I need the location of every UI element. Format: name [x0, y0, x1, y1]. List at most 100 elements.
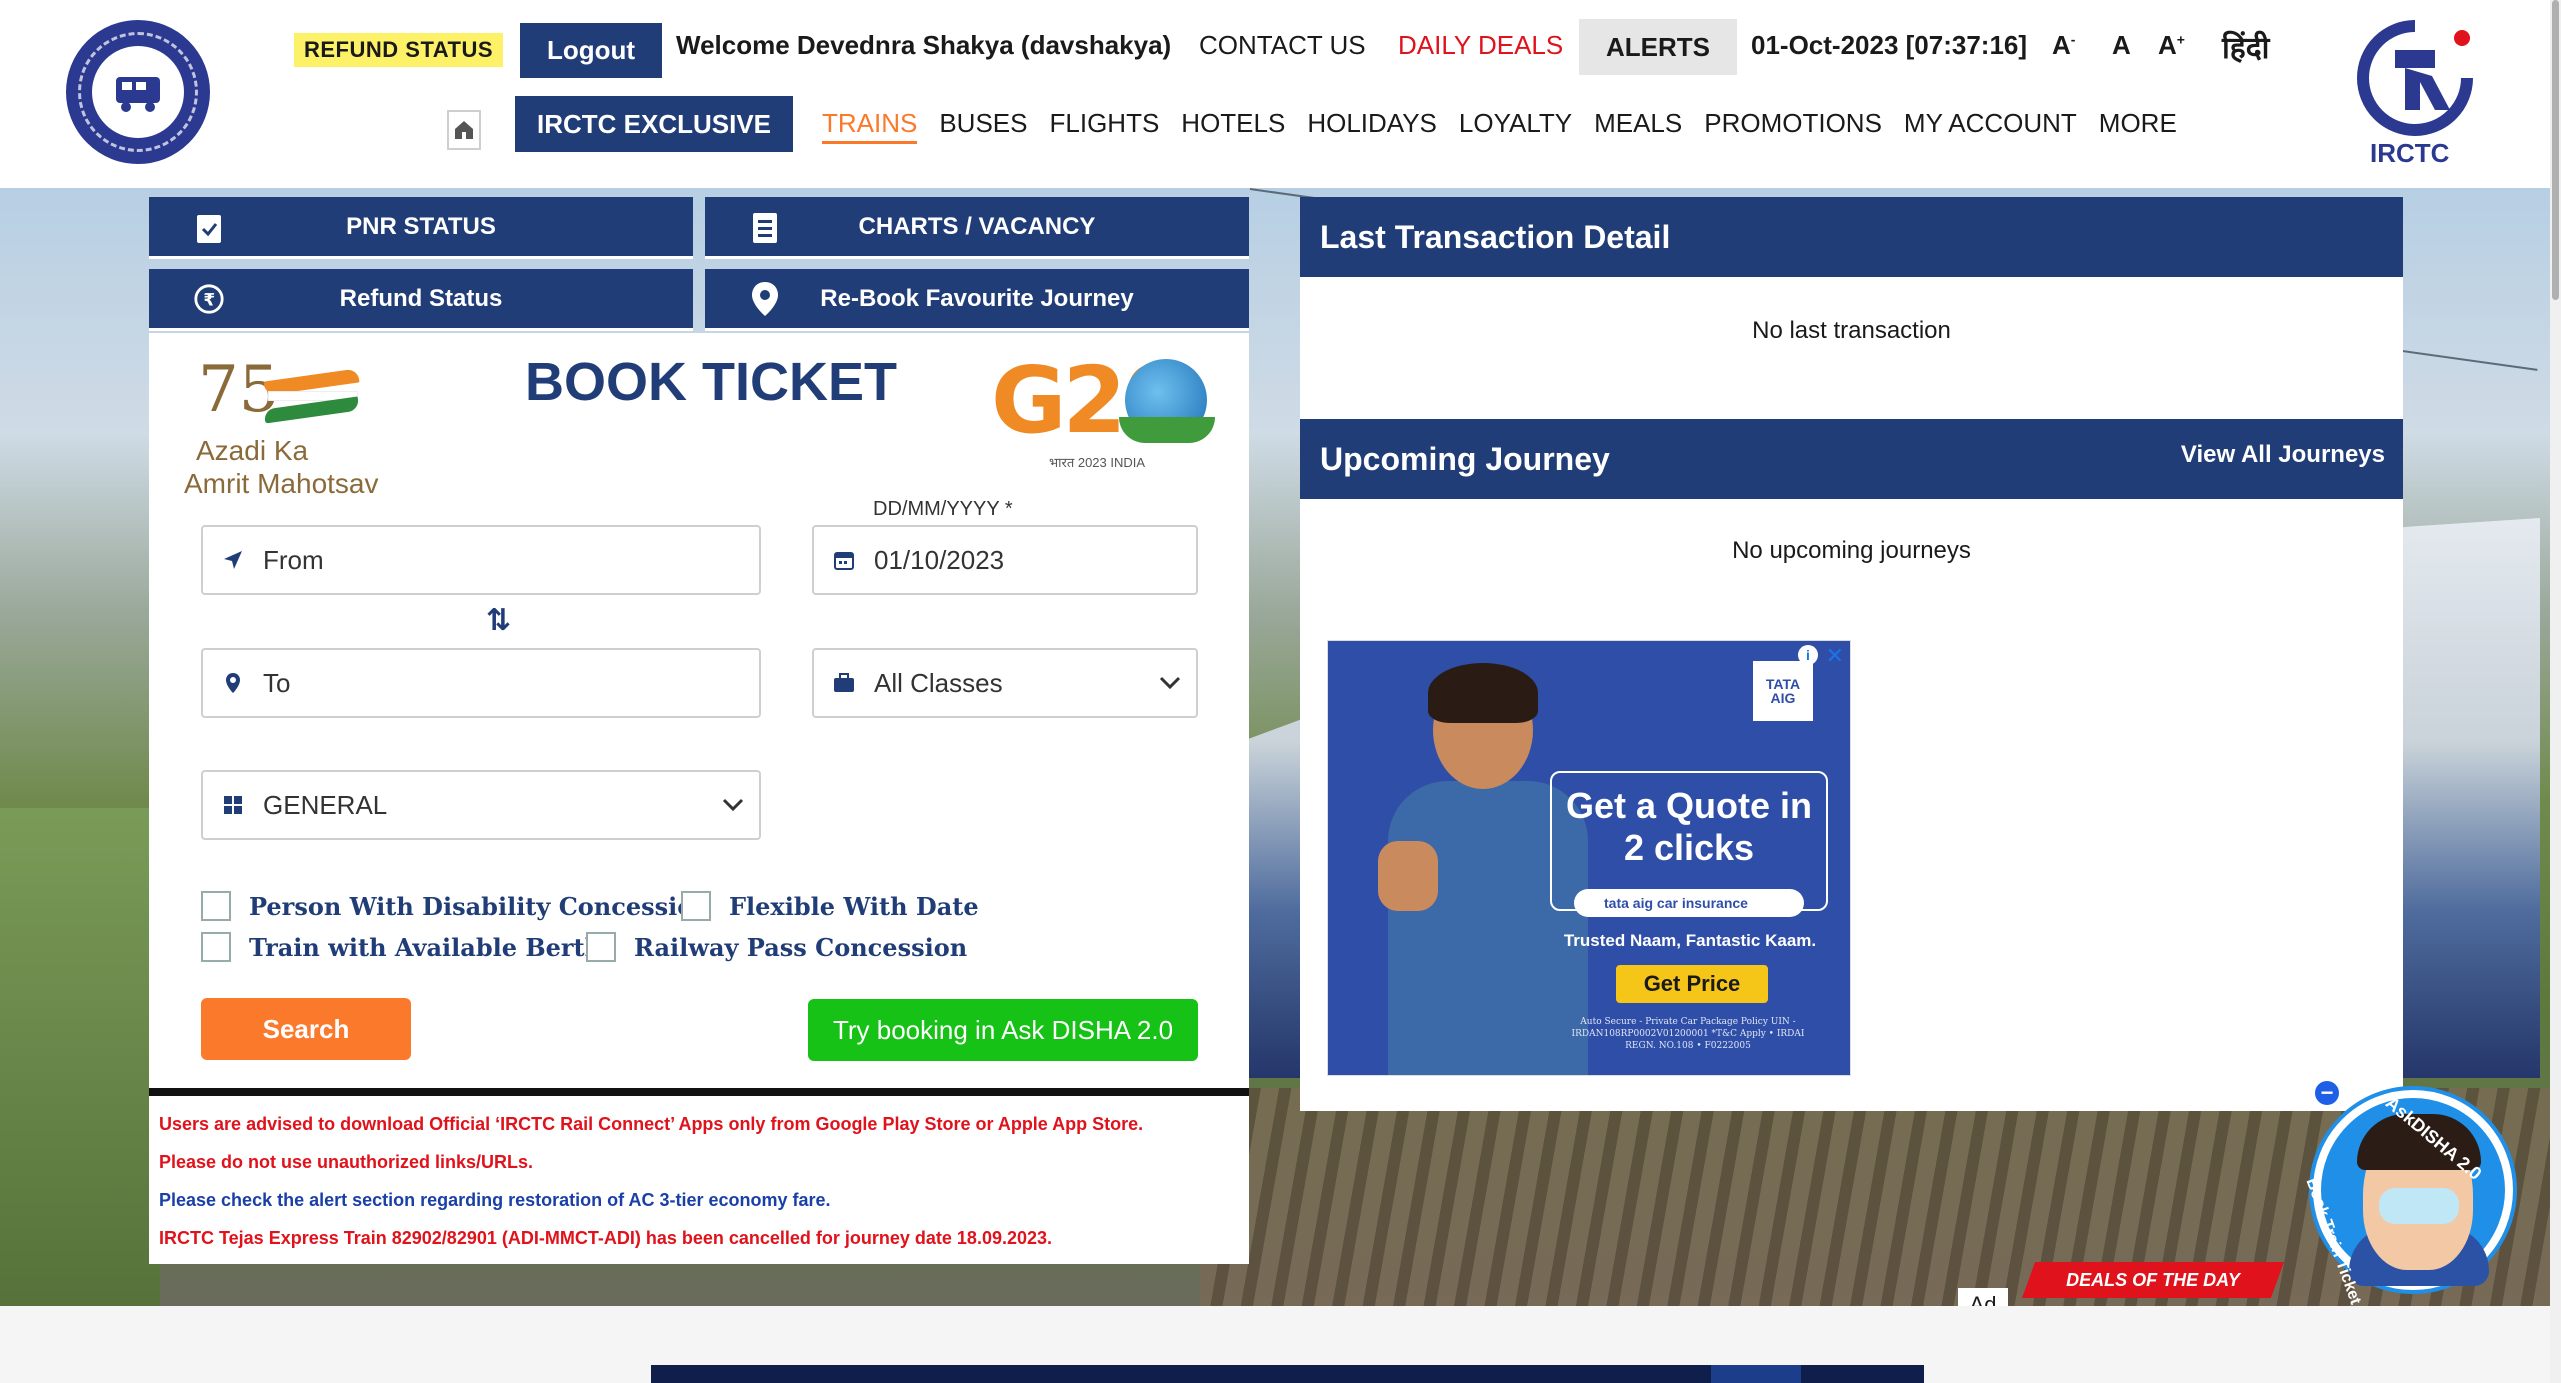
nav-item-holidays[interactable]: HOLIDAYS: [1307, 108, 1437, 144]
charts-vacancy-button[interactable]: CHARTS / VACANCY: [705, 197, 1249, 259]
navigation-arrow-icon: [203, 549, 263, 571]
nav-item-flights[interactable]: FLIGHTS: [1050, 108, 1160, 144]
checkbox-box[interactable]: [201, 932, 231, 962]
rebook-journey-label: Re-Book Favourite Journey: [820, 284, 1134, 312]
alerts-button[interactable]: ALERTS: [1579, 19, 1737, 75]
search-button[interactable]: Search: [201, 998, 411, 1060]
railway-pass-label: Railway Pass Concession: [634, 932, 968, 962]
ad-info-icon[interactable]: i: [1798, 645, 1818, 665]
g20-subtext: भारत 2023 INDIA: [1049, 455, 1146, 470]
font-decrease-label: A: [2052, 30, 2071, 60]
grid-icon: [203, 794, 263, 816]
book-ticket-title: BOOK TICKET: [525, 352, 897, 412]
nav-item-promotions[interactable]: PROMOTIONS: [1704, 108, 1882, 144]
panel-divider: [149, 1088, 1249, 1096]
site-header: REFUND STATUS Logout Welcome Devednra Sh…: [0, 0, 2561, 188]
last-transaction-empty: No last transaction: [1752, 317, 1951, 344]
checkbox-box[interactable]: [586, 932, 616, 962]
deals-of-the-day-banner[interactable]: DEALS OF THE DAY: [2022, 1262, 2284, 1298]
disability-concession-checkbox[interactable]: Person With Disability Concession: [201, 891, 711, 921]
notice-item[interactable]: Please check the alert section regarding…: [159, 1190, 1239, 1211]
railway-pass-checkbox[interactable]: Railway Pass Concession: [586, 932, 967, 962]
upcoming-journey-title: Upcoming Journey: [1320, 440, 1610, 477]
pnr-status-button[interactable]: PNR STATUS: [149, 197, 693, 259]
home-icon[interactable]: [447, 110, 481, 150]
logout-button[interactable]: Logout: [520, 23, 662, 78]
ad-search-bar: tata aig car insurance: [1574, 889, 1804, 917]
quota-value: GENERAL: [263, 789, 388, 820]
nav-item-more[interactable]: MORE: [2099, 108, 2177, 144]
ad-close-icon[interactable]: ✕: [1826, 643, 1844, 669]
flexible-date-checkbox[interactable]: Flexible With Date: [681, 891, 979, 921]
charts-vacancy-label: CHARTS / VACANCY: [858, 212, 1096, 240]
grass-area: [0, 808, 160, 1306]
last-transaction-header: Last Transaction Detail: [1300, 197, 2403, 277]
rebook-journey-button[interactable]: Re-Book Favourite Journey: [705, 269, 1249, 331]
disability-label: Person With Disability Concession: [249, 891, 711, 921]
from-station-input[interactable]: From: [201, 525, 761, 595]
nav-item-my-account[interactable]: MY ACCOUNT: [1904, 108, 2077, 144]
view-all-journeys-link[interactable]: View All Journeys: [2181, 441, 2385, 469]
chart-list-icon: [749, 209, 781, 245]
chevron-down-icon: [707, 798, 759, 812]
indian-railways-logo[interactable]: [66, 20, 210, 164]
disha-avatar-mask: [2379, 1188, 2459, 1224]
font-increase-label: A: [2158, 30, 2177, 60]
azadi-ka-amrit-mahotsav-logo: 75 Azadi Ka Amrit Mahotsav: [184, 353, 414, 499]
clipboard-check-icon: [193, 209, 225, 245]
right-panel: Last Transaction Detail No last transact…: [1300, 197, 2403, 1111]
irctc-emblem-icon: [2357, 20, 2473, 136]
disha-minimize-icon[interactable]: −: [2313, 1079, 2341, 1107]
bottom-banner-accent: [1711, 1365, 1801, 1383]
nav-item-loyalty[interactable]: LOYALTY: [1459, 108, 1572, 144]
nav-item-meals[interactable]: MEALS: [1594, 108, 1682, 144]
class-select[interactable]: All Classes: [812, 648, 1198, 718]
tata-aig-logo: TATA AIG: [1753, 661, 1813, 721]
nav-item-hotels[interactable]: HOTELS: [1181, 108, 1285, 144]
available-berth-checkbox[interactable]: Train with Available Berth: [201, 932, 602, 962]
notices-panel: Users are advised to download Official ‘…: [149, 1096, 1249, 1264]
azadi-line1: Azadi Ka: [196, 435, 309, 466]
nav-item-buses[interactable]: BUSES: [939, 108, 1027, 144]
checkbox-box[interactable]: [681, 891, 711, 921]
svg-text:₹: ₹: [203, 291, 215, 310]
g20-logo: G20 भारत 2023 INDIA: [991, 345, 1221, 475]
to-station-input[interactable]: To: [201, 648, 761, 718]
datetime-display: 01-Oct-2023 [07:37:16]: [1751, 30, 2028, 60]
from-placeholder: From: [263, 544, 324, 575]
contact-us-link[interactable]: CONTACT US: [1199, 30, 1366, 61]
swap-stations-icon[interactable]: ⇅: [486, 603, 511, 638]
irctc-exclusive-button[interactable]: IRCTC EXCLUSIVE: [515, 96, 793, 152]
ad-get-price-button[interactable]: Get Price: [1616, 965, 1768, 1003]
upcoming-journey-empty: No upcoming journeys: [1732, 537, 1971, 564]
refund-status-button[interactable]: ₹ Refund Status: [149, 269, 693, 331]
advertisement-banner[interactable]: TATA AIG i ✕ Get a Quote in 2 clicks tat…: [1327, 640, 1851, 1076]
font-increase-button[interactable]: A+: [2158, 30, 2185, 61]
page-scrollbar[interactable]: [2550, 0, 2561, 1383]
daily-deals-link[interactable]: DAILY DEALS: [1398, 30, 1563, 61]
location-pin-icon: [203, 672, 263, 694]
last-transaction-title: Last Transaction Detail: [1320, 218, 1671, 255]
refund-status-link[interactable]: REFUND STATUS: [294, 33, 504, 67]
notice-item: IRCTC Tejas Express Train 82902/82901 (A…: [159, 1228, 1053, 1248]
book-ticket-panel: 75 Azadi Ka Amrit Mahotsav BOOK TICKET G…: [149, 333, 1249, 1088]
welcome-text: Welcome Devednra Shakya (davshakya): [676, 30, 1172, 60]
font-decrease-button[interactable]: A-: [2052, 30, 2075, 61]
bottom-ad-banner[interactable]: [651, 1365, 1924, 1383]
quota-select[interactable]: GENERAL: [201, 770, 761, 840]
irctc-logo[interactable]: IRCTC: [2350, 20, 2480, 170]
flexible-label: Flexible With Date: [729, 891, 979, 921]
house-icon: [455, 121, 473, 139]
upcoming-journey-header: Upcoming Journey View All Journeys: [1300, 419, 2403, 499]
scrollbar-thumb[interactable]: [2552, 0, 2559, 300]
ad-fine-print: Auto Secure - Private Car Package Policy…: [1571, 1017, 1805, 1051]
journey-date-input[interactable]: 01/10/2023: [812, 525, 1198, 595]
lotus-icon: [1119, 417, 1215, 443]
checkbox-box[interactable]: [201, 891, 231, 921]
irctc-logo-text: IRCTC: [2370, 138, 2450, 168]
font-normal-button[interactable]: A: [2112, 30, 2131, 61]
nav-item-trains[interactable]: TRAINS: [822, 108, 918, 144]
logo-ring: [78, 32, 198, 152]
hindi-language-link[interactable]: हिंदी: [2222, 26, 2269, 67]
ask-disha-booking-button[interactable]: Try booking in Ask DISHA 2.0: [808, 999, 1198, 1061]
